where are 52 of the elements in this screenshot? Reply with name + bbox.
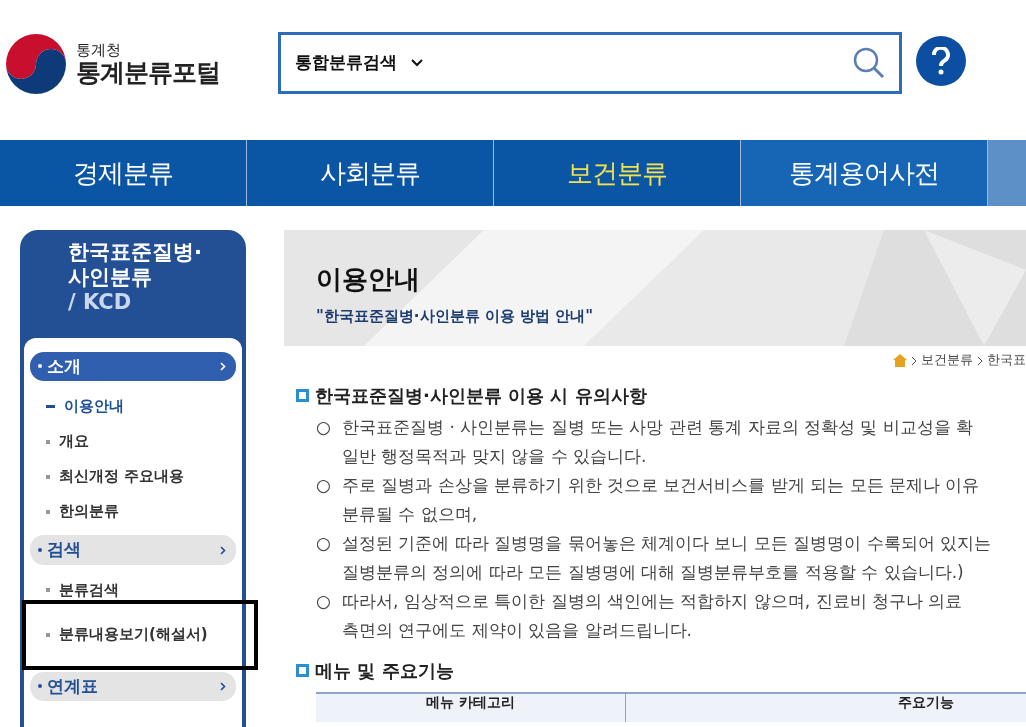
circle-bullet: ○ xyxy=(316,532,331,553)
help-button[interactable] xyxy=(916,36,966,86)
notice-text: 분류될 수 없으며, xyxy=(342,502,478,526)
square-bullet-icon xyxy=(296,388,309,402)
nav-tab[interactable]: 통계용어사전 xyxy=(741,140,988,206)
circle-bullet: ○ xyxy=(316,416,331,437)
chevron-icon xyxy=(220,545,226,555)
square-bullet-icon xyxy=(296,663,309,677)
notice-text: 한국표준질병 · 사인분류는 질병 또는 사망 관련 통계 자료의 정확성 및 비교성을 확 xyxy=(342,415,974,439)
search-field[interactable]: 통합분류검색 xyxy=(278,32,902,94)
search-icon[interactable] xyxy=(853,47,885,79)
sidebar-title: 한국표준질병· xyxy=(68,240,203,266)
menu-section[interactable]: 연계표 xyxy=(30,671,236,702)
column-header: 메뉴 카테고리 xyxy=(426,693,515,710)
notice-text: 설정된 기준에 따라 질병명을 묶어놓은 체계이다 보니 모든 질병명이 수록되어 있지는 xyxy=(342,531,992,555)
page-title: 이용안내 xyxy=(316,263,421,296)
menu-item[interactable]: 분류내용보기(해설서) xyxy=(46,617,254,653)
column-header: 주요기능 xyxy=(898,693,954,710)
sidebar-title: 사인분류 xyxy=(68,265,153,291)
menu-item[interactable]: 분류검색 xyxy=(30,572,236,608)
chevron-icon xyxy=(220,362,226,372)
notice-text: 따라서, 임상적으로 특이한 질병의 색인에는 적합하지 않으며, 진료비 청구나 의료 xyxy=(342,589,963,613)
scope-dropdown[interactable]: 통합분류검색 xyxy=(295,50,423,76)
agency-name: 통계청 xyxy=(76,42,122,59)
menu-item[interactable]: 개요 xyxy=(30,424,236,460)
menu-item[interactable]: 최신개정 주요내용 xyxy=(30,459,236,495)
breadcrumb-link[interactable]: 보건분류 xyxy=(921,350,973,370)
notice-text: 주로 질병과 손상을 분류하기 위한 것으로 보건서비스를 받게 되는 모든 문제나 이유 xyxy=(342,473,980,497)
menu-item[interactable]: 한의분류 xyxy=(30,494,236,530)
page-subtitle: "한국표준질병·사인분류 이용 방법 안내" xyxy=(316,306,594,327)
chevron-icon xyxy=(911,355,917,366)
chevron-icon xyxy=(411,59,423,68)
menu-section[interactable]: 검색 xyxy=(30,535,236,565)
notice-text: 측면의 연구에도 제약이 있음을 알려드립니다. xyxy=(342,618,693,642)
chevron-icon xyxy=(977,355,983,366)
notice-text: 질병분류의 정의에 따라 모든 질병명에 대해 질병분류부호를 적용할 수 있습니다.) xyxy=(342,560,964,584)
section-heading: 메뉴 및 주요기능 xyxy=(315,658,454,683)
question-icon xyxy=(931,47,951,75)
chevron-icon xyxy=(220,682,226,692)
section-heading: 한국표준질병·사인분류 이용 시 유의사항 xyxy=(315,383,647,408)
circle-bullet: ○ xyxy=(316,590,331,611)
notice-text: 일반 행정목적과 맞지 않을 수 있습니다. xyxy=(342,444,647,468)
menu-item[interactable]: 이용안내 xyxy=(30,389,236,425)
circle-bullet: ○ xyxy=(316,474,331,495)
bullet-icon xyxy=(38,547,42,552)
breadcrumb-link[interactable]: 한국표 xyxy=(987,350,1026,370)
bullet-icon xyxy=(38,364,42,369)
bullet-icon xyxy=(38,684,42,689)
menu-section[interactable]: 소개 xyxy=(30,351,236,382)
home-icon[interactable] xyxy=(893,354,907,367)
sidebar-title: / KCD xyxy=(68,290,133,316)
portal-name[interactable]: 통계분류포털 xyxy=(76,58,220,86)
